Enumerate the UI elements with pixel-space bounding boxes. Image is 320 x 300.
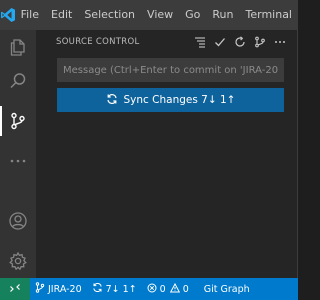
activity-explorer[interactable] bbox=[0, 30, 36, 64]
menu-go[interactable]: Go bbox=[179, 0, 206, 30]
status-branch[interactable]: JIRA-20 bbox=[30, 278, 87, 300]
error-icon bbox=[147, 283, 160, 296]
menu-file[interactable]: File bbox=[17, 0, 45, 30]
files-icon bbox=[8, 37, 28, 57]
menu-view[interactable]: View bbox=[141, 0, 179, 30]
menu-terminal[interactable]: Terminal bbox=[240, 0, 299, 30]
branch-name: JIRA-20 bbox=[48, 283, 82, 295]
sync-icon bbox=[106, 93, 124, 108]
refresh-icon[interactable] bbox=[231, 33, 249, 51]
commit-message-input[interactable] bbox=[57, 58, 284, 82]
activity-search[interactable] bbox=[0, 64, 36, 98]
activity-manage[interactable] bbox=[0, 244, 36, 278]
error-count: 0 bbox=[159, 283, 166, 295]
remote-indicator[interactable] bbox=[0, 278, 30, 300]
more-actions-icon[interactable] bbox=[271, 33, 289, 51]
status-problems[interactable]: 0 0 bbox=[142, 278, 194, 300]
search-icon bbox=[8, 71, 28, 91]
warning-count: 0 bbox=[182, 283, 189, 295]
sync-counts: 7↓ 1↑ bbox=[105, 283, 137, 295]
activity-accounts[interactable] bbox=[0, 204, 36, 238]
commit-check-icon[interactable] bbox=[211, 33, 229, 51]
sidebar-header: SOURCE CONTROL bbox=[36, 30, 297, 54]
source-control-panel: SOURCE CONTROL Message (Ctrl+Enter to co… bbox=[36, 30, 298, 278]
ellipsis-icon bbox=[8, 151, 28, 171]
activity-source-control[interactable] bbox=[0, 104, 36, 138]
menu-selection[interactable]: Selection bbox=[78, 0, 141, 30]
branch-icon bbox=[35, 282, 48, 296]
status-git-graph[interactable]: Git Graph bbox=[194, 278, 255, 300]
menu-bar: File Edit Selection View Go Run Terminal bbox=[0, 0, 298, 30]
source-control-toolbar bbox=[189, 33, 289, 51]
menu-edit[interactable]: Edit bbox=[45, 0, 78, 30]
account-icon bbox=[8, 211, 28, 231]
menu-run[interactable]: Run bbox=[206, 0, 239, 30]
warning-icon bbox=[169, 282, 183, 296]
git-graph-label: Git Graph bbox=[203, 283, 250, 295]
status-bar: JIRA-20 7↓ 1↑ 0 0 Git Graph bbox=[0, 278, 298, 300]
source-control-icon bbox=[8, 111, 28, 131]
sidebar-title: SOURCE CONTROL bbox=[56, 37, 140, 47]
activity-more[interactable] bbox=[0, 144, 36, 178]
sync-button-label: Sync Changes 7↓ 1↑ bbox=[123, 94, 236, 106]
activity-bar bbox=[0, 30, 36, 278]
vscode-logo-icon bbox=[0, 0, 17, 30]
remote-icon bbox=[9, 282, 21, 297]
gear-icon bbox=[8, 251, 28, 271]
sync-status-icon bbox=[92, 282, 106, 296]
git-graph-icon[interactable] bbox=[251, 33, 269, 51]
status-sync[interactable]: 7↓ 1↑ bbox=[87, 278, 142, 300]
sync-changes-button[interactable]: Sync Changes 7↓ 1↑ bbox=[57, 88, 284, 112]
view-as-tree-icon[interactable] bbox=[191, 33, 209, 51]
